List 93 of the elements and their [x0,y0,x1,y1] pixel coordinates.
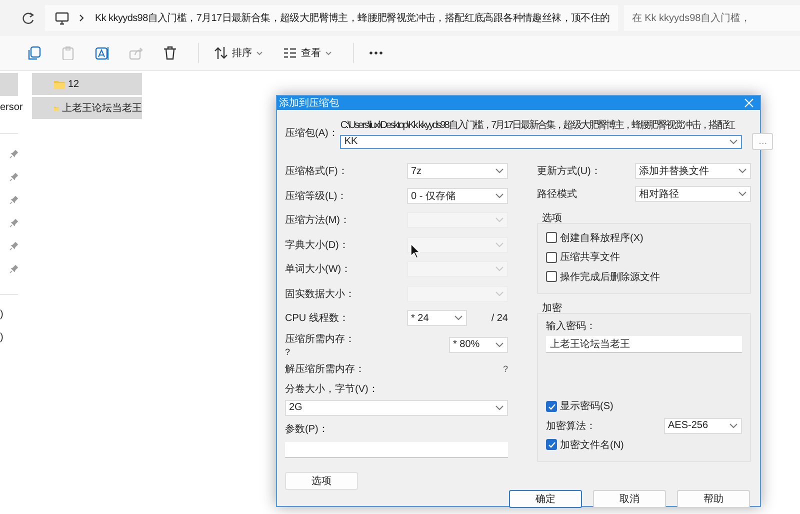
field-label: 单词大小(W)： [285,262,352,276]
nav-item[interactable]: ) [0,326,18,349]
caret-icon [495,217,504,224]
archive-name-field[interactable]: KK [340,134,742,148]
checkbox[interactable] [546,271,557,282]
dialog-button[interactable]: 确定 [509,490,582,508]
pin-icon[interactable] [9,194,18,204]
field-label: 压缩所需内存： [285,332,355,346]
checkbox[interactable] [546,252,557,263]
dropdown[interactable]: 相对路径 [635,186,751,202]
sort-icon [214,46,228,60]
chevron-down-icon [325,50,332,56]
checkbox-label: 显示密码(S) [560,400,614,414]
dialog-button[interactable]: 帮助 [677,490,750,508]
dropdown[interactable]: * 24 [407,310,467,326]
checkbox[interactable] [546,232,557,244]
check-icon [548,441,556,448]
clipboard-icon [61,46,75,60]
file-item[interactable]: 上老王论坛当老王 [32,97,142,119]
dropdown[interactable]: 7z [407,163,508,180]
close-button[interactable] [744,98,754,108]
checkbox[interactable] [546,439,557,450]
nav-item[interactable]: ) [0,303,18,326]
thread-count: / 24 [491,312,508,324]
field-label: 参数(P)： [285,422,330,436]
field-label: 分卷大小，字节(V)： [285,382,380,396]
caret-icon [495,290,504,297]
field-label: 更新方式(U)： [537,164,601,178]
caret-icon [729,138,738,144]
caret-icon [495,168,504,174]
field-label: 字典大小(D)： [285,238,349,252]
share-icon [129,46,143,60]
field-label: 压缩格式(F)： [285,164,348,178]
caret-icon [738,190,747,196]
folder-icon [54,80,65,88]
monitor-icon[interactable] [55,12,69,24]
caret-icon [495,266,504,272]
list-icon [283,46,297,60]
checkbox-label: 创建自释放程序(X) [560,232,644,245]
nav-item[interactable]: ersor [0,96,23,119]
sort-button[interactable]: 排序 [207,40,270,66]
field-label: 加密算法： [546,420,596,432]
caret-icon [454,315,463,322]
check-icon [548,402,556,410]
group-title: 选项 [541,212,563,223]
field-label: 输入密码： [546,320,597,332]
dropdown[interactable]: 2G [285,400,508,416]
field-label: 解压缩所需内存： [285,362,365,376]
checkbox[interactable] [546,400,557,412]
pin-icon[interactable] [9,148,18,158]
group-title: 加密 [541,302,563,312]
chevron-down-icon [256,50,263,56]
checkbox-label: 操作完成后删除源文件 [560,270,660,284]
field-label: 压缩方法(M)： [285,214,350,228]
caret-icon [495,342,504,348]
pin-icon[interactable] [9,240,18,250]
dropdown[interactable]: 0 - 仅存储 [407,188,508,204]
file-item[interactable]: 12 [32,73,142,95]
field-label: 压缩等级(L)： [285,190,348,203]
cursor-icon [410,243,421,259]
copy-icon [27,46,41,60]
pin-icon[interactable] [9,218,18,228]
trash-icon [163,46,177,60]
caret-icon [729,422,738,428]
archive-path: C:\Users\liuxi\Desktop\Kk kkyyds98自入门槛，7月17日最新合集，超级大肥臀博主，蜂腰肥臀视觉冲击，搭配红 [340,118,734,132]
pin-icon[interactable] [9,264,18,274]
field-label: 压缩包(A)： [285,126,338,140]
refresh-icon[interactable] [22,12,35,24]
memory-value: ? [502,364,508,374]
caret-icon [495,404,504,410]
dialog-title: 添加到压缩包 [279,96,339,110]
dropdown[interactable]: AES-256 [664,418,742,434]
caret-icon [495,192,504,199]
dropdown[interactable]: * 80% [449,336,508,352]
input-field[interactable] [285,442,508,458]
search-field[interactable]: 在 Kk kkyyds98自入门槛， [624,5,800,31]
dialog-button[interactable]: 取消 [593,490,666,508]
checkbox-label: 压缩共享文件 [560,250,620,264]
field-label: 固实数据大小： [285,288,355,301]
field-label: CPU 线程数： [285,312,349,326]
rename-icon [95,46,109,60]
pin-icon[interactable] [9,172,18,182]
chevron-icon[interactable] [79,14,85,22]
options-button[interactable]: 选项 [285,472,358,490]
view-button[interactable]: 查看 [276,40,339,66]
memory-value: ? [285,347,292,357]
checkbox-label: 加密文件名(N) [560,438,624,452]
caret-icon [738,168,747,174]
dropdown[interactable]: 添加并替换文件 [635,162,751,178]
close-icon [744,98,754,108]
field-label: 路径模式 [537,188,577,200]
caret-icon [495,242,504,248]
password-field[interactable]: 上老王论坛当老王 [546,336,742,352]
